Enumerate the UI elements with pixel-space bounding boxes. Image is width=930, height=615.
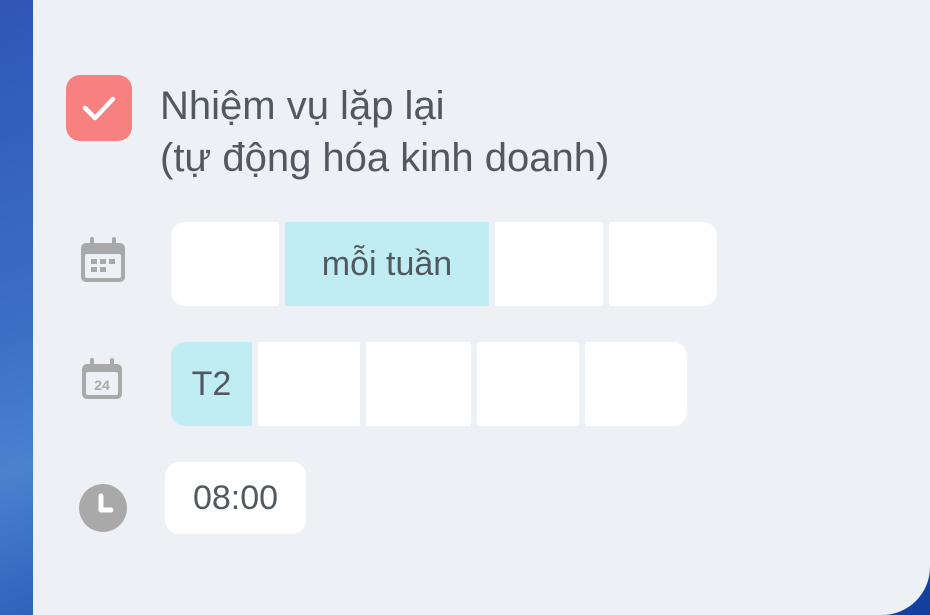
calendar-grid-icon [81,237,125,282]
frequency-option-weekly[interactable]: mỗi tuần [285,222,489,306]
weekday-option-4[interactable] [477,342,579,426]
task-checkbox[interactable] [66,75,132,141]
task-title-line1: Nhiệm vụ lặp lại [160,84,445,128]
calendar-date-icon-text: 24 [94,377,110,393]
frequency-selector: mỗi tuần [171,222,717,306]
frequency-option-1[interactable] [171,222,279,306]
frequency-option-4[interactable] [609,222,717,306]
task-title: Nhiệm vụ lặp lại (tự động hóa kinh doanh… [160,80,609,184]
clock-icon [79,484,127,532]
frequency-option-3[interactable] [495,222,603,306]
task-title-line2: (tự động hóa kinh doanh) [160,136,610,180]
time-field[interactable]: 08:00 [165,462,306,534]
weekday-option-3[interactable] [366,342,471,426]
weekday-selector: T2 [171,342,687,426]
weekday-option-2[interactable] [258,342,360,426]
check-icon [82,96,116,121]
weekday-option-5[interactable] [585,342,687,426]
task-card: Nhiệm vụ lặp lại (tự động hóa kinh doanh… [33,0,930,615]
weekday-option-mon[interactable]: T2 [171,342,252,426]
calendar-date-icon: 24 [82,358,122,399]
card-corner [33,0,103,70]
